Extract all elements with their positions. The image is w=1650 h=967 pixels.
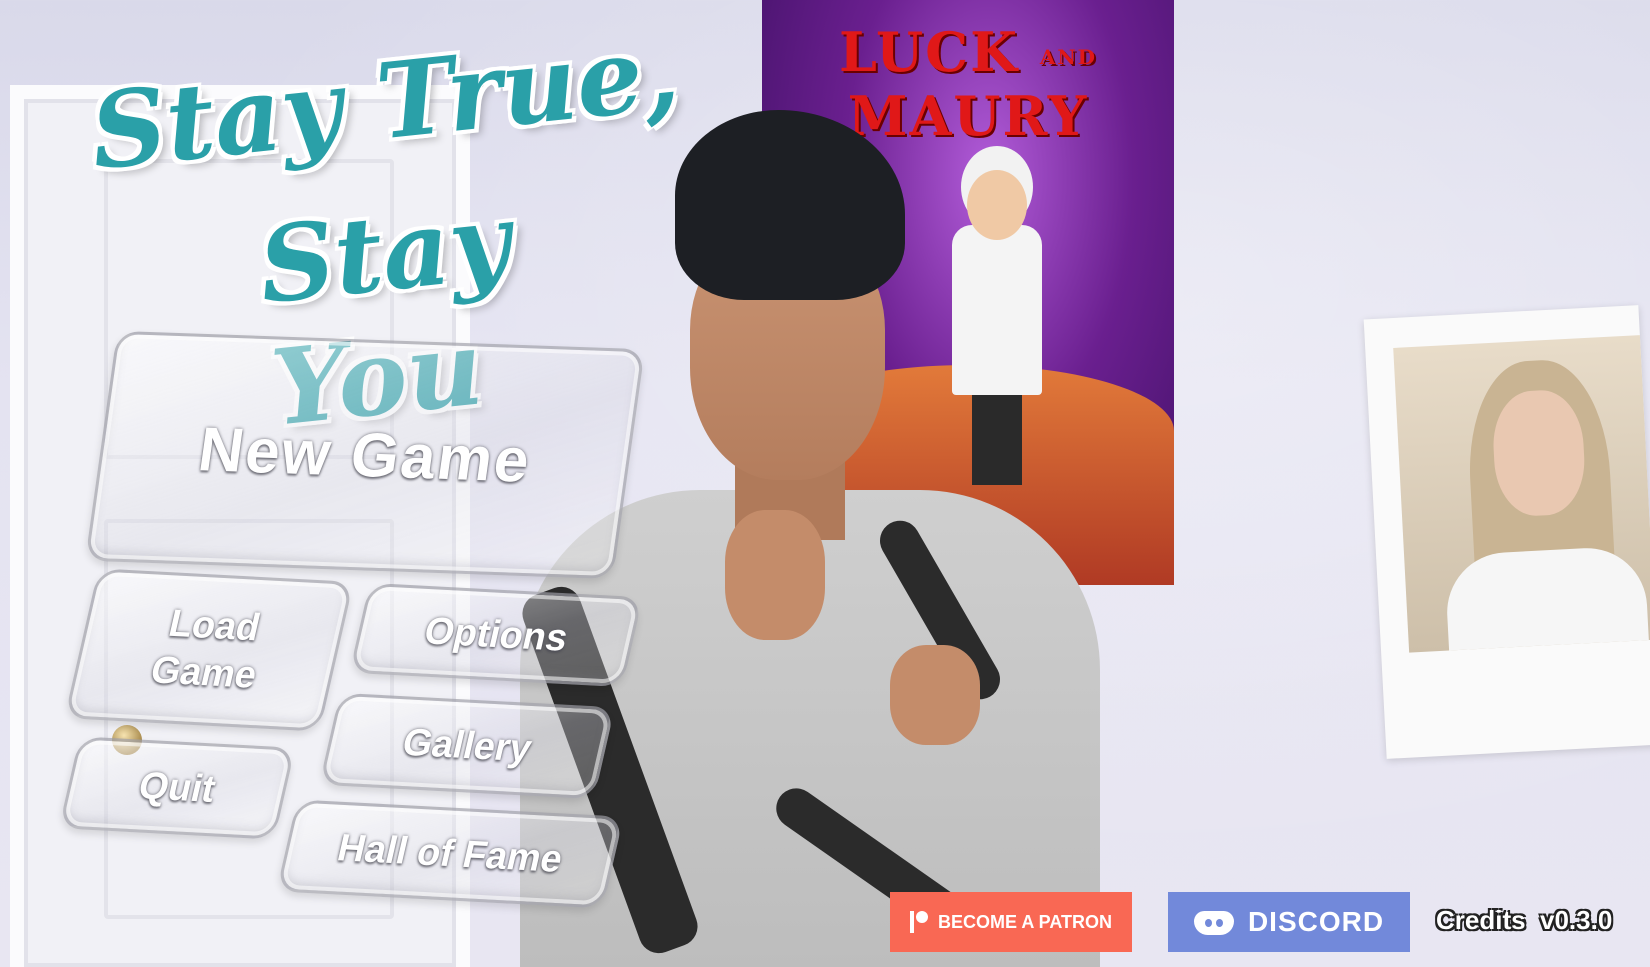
patreon-icon [910, 911, 928, 933]
discord-icon [1193, 907, 1234, 937]
logo-line-1: Stay True, [84, 8, 686, 195]
load-game-button[interactable]: Load Game [64, 568, 354, 732]
patron-label: BECOME A PATRON [938, 911, 1112, 932]
become-a-patron-button[interactable]: BECOME A PATRON [890, 892, 1132, 952]
options-button[interactable]: Options [349, 582, 643, 688]
credits-button[interactable]: Credits [1436, 905, 1526, 936]
gallery-button[interactable]: Gallery [318, 692, 616, 800]
quit-button[interactable]: Quit [58, 736, 296, 840]
new-game-button[interactable]: New Game [85, 330, 645, 580]
poster-title-and: AND [1039, 44, 1097, 69]
character-hand [725, 510, 825, 640]
version-label: v0.3.0 [1540, 905, 1613, 935]
poster-title-left: LUCK [839, 20, 1020, 84]
character-hand [890, 645, 980, 745]
discord-label: DISCORD [1247, 906, 1385, 937]
hall-of-fame-button[interactable]: Hall of Fame [276, 799, 624, 909]
polaroid-image [1393, 335, 1650, 653]
discord-button[interactable]: DISCORD [1168, 892, 1410, 952]
polaroid-photo [1363, 305, 1650, 759]
game-logo: Stay True, Stay You [84, 8, 730, 451]
